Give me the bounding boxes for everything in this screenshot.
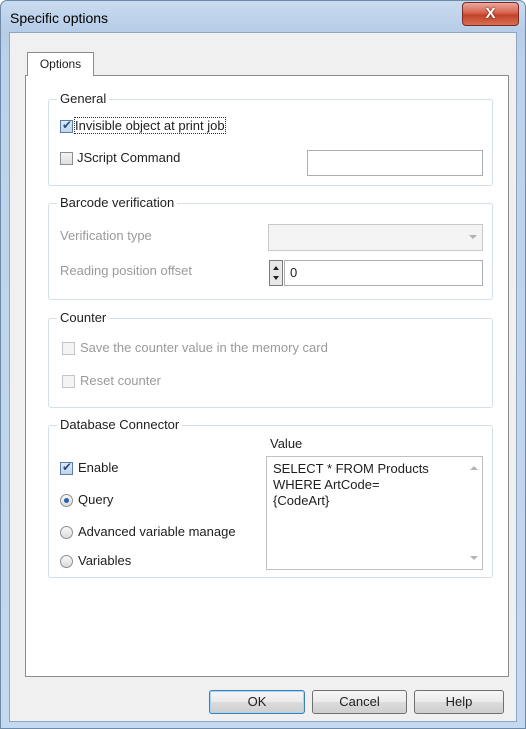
radio-variables[interactable]: [60, 555, 73, 568]
counter-group-title: Counter: [57, 310, 110, 325]
save-counter-label: Save the counter value in the memory car…: [80, 340, 328, 355]
radio-query[interactable]: [60, 494, 73, 507]
close-button[interactable]: X: [462, 2, 519, 26]
invisible-object-checkbox[interactable]: [60, 118, 73, 133]
verification-type-label: Verification type: [60, 228, 152, 243]
reading-offset-spinner[interactable]: [269, 260, 283, 286]
radio-query-label[interactable]: Query: [78, 492, 113, 507]
radio-variables-label[interactable]: Variables: [78, 553, 131, 568]
enable-checkbox[interactable]: [60, 460, 73, 475]
radio-advanced-variable-label[interactable]: Advanced variable manage: [78, 524, 236, 539]
radio-advanced-variable[interactable]: [60, 526, 73, 539]
tab-options-label: Options: [39, 57, 82, 71]
jscript-command-input[interactable]: [307, 150, 483, 176]
query-value-textarea[interactable]: SELECT * FROM Products WHERE ArtCode= {C…: [266, 456, 483, 570]
close-icon: X: [485, 5, 496, 22]
reading-offset-label: Reading position offset: [60, 263, 193, 278]
verification-type-dropdown[interactable]: [268, 224, 483, 251]
spin-up-icon[interactable]: [273, 266, 279, 270]
enable-label[interactable]: Enable: [78, 460, 118, 475]
database-connector-title: Database Connector: [57, 417, 183, 432]
jscript-command-checkbox[interactable]: [60, 152, 73, 165]
reading-offset-input[interactable]: 0: [284, 260, 483, 286]
invisible-object-label[interactable]: Invisible object at print job: [74, 117, 226, 134]
value-column-header: Value: [270, 436, 303, 451]
ok-button[interactable]: OK: [209, 690, 305, 714]
reset-counter-label: Reset counter: [80, 373, 161, 388]
query-value-text[interactable]: SELECT * FROM Products WHERE ArtCode= {C…: [273, 461, 463, 509]
cancel-button[interactable]: Cancel: [312, 690, 407, 714]
value-scrollbar[interactable]: [465, 457, 482, 569]
jscript-command-label[interactable]: JScript Command: [77, 150, 180, 165]
scroll-down-icon[interactable]: [470, 556, 478, 560]
reset-counter-checkbox[interactable]: [62, 375, 75, 388]
spin-down-icon[interactable]: [273, 276, 279, 280]
help-button[interactable]: Help: [414, 690, 504, 714]
chevron-down-icon: [469, 235, 477, 239]
counter-group: Counter: [48, 310, 493, 408]
window-title: Specific options: [10, 10, 109, 26]
general-group-title: General: [57, 91, 110, 106]
barcode-verification-title: Barcode verification: [57, 195, 178, 210]
tab-options[interactable]: Options: [27, 52, 94, 76]
title-bar[interactable]: Specific options X: [1, 1, 525, 35]
reading-offset-value: 0: [290, 265, 298, 280]
save-counter-checkbox[interactable]: [62, 342, 75, 355]
scroll-up-icon[interactable]: [470, 466, 478, 470]
